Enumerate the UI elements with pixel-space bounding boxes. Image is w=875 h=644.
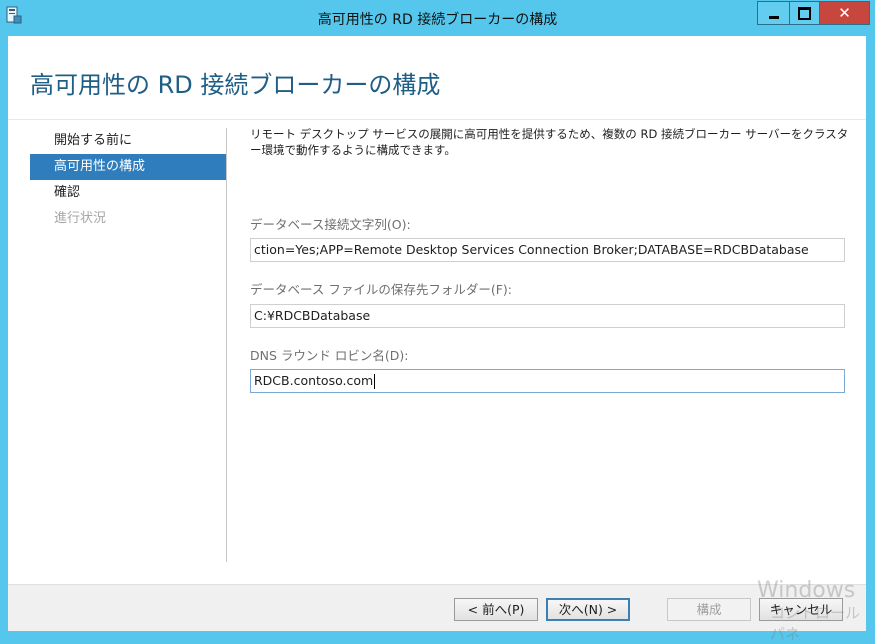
db-folder-label: データベース ファイルの保存先フォルダー(F): — [250, 282, 513, 297]
close-icon: ✕ — [838, 3, 851, 22]
nav-item-progress: 進行状況 — [54, 211, 107, 226]
minimize-button[interactable] — [757, 1, 790, 25]
dns-name-label: DNS ラウンド ロビン名(D): — [250, 348, 409, 363]
text-caret — [374, 374, 376, 389]
wizard-body: 高可用性の RD 接続ブローカーの構成 開始する前に 高可用性の構成 確認 進行… — [8, 36, 866, 631]
wizard-nav: 開始する前に 高可用性の構成 確認 進行状況 — [30, 128, 226, 232]
wizard-header: 高可用性の RD 接続ブローカーの構成 — [8, 36, 866, 119]
maximize-button[interactable] — [790, 1, 820, 25]
nav-item-configure-ha[interactable]: 高可用性の構成 — [30, 154, 226, 180]
cancel-button[interactable]: キャンセル — [759, 598, 843, 621]
nav-item-confirmation[interactable]: 確認 — [30, 180, 226, 206]
db-connection-label: データベース接続文字列(O): — [250, 217, 411, 232]
content-pane: リモート デスクトップ サービスの展開に高可用性を提供するため、複数の RD 接… — [250, 124, 850, 393]
previous-button[interactable]: < 前へ(P) — [454, 598, 538, 621]
next-button[interactable]: 次へ(N) > — [546, 598, 630, 621]
db-folder-field[interactable]: C:¥RDCBDatabase — [250, 304, 845, 328]
page-title: 高可用性の RD 接続ブローカーの構成 — [30, 71, 441, 99]
configure-button: 構成 — [667, 598, 751, 621]
close-button[interactable]: ✕ — [820, 1, 870, 25]
dns-name-field[interactable]: RDCB.contoso.com — [250, 369, 845, 393]
nav-item-before-you-begin[interactable]: 開始する前に — [30, 128, 226, 154]
description-text: リモート デスクトップ サービスの展開に高可用性を提供するため、複数の RD 接… — [250, 127, 849, 157]
nav-separator — [226, 128, 227, 562]
wizard-footer: < 前へ(P) 次へ(N) > 構成 キャンセル — [8, 584, 866, 631]
db-connection-field[interactable]: ction=Yes;APP=Remote Desktop Services Co… — [250, 238, 845, 262]
title-bar[interactable]: 高可用性の RD 接続ブローカーの構成 ✕ — [0, 0, 875, 36]
header-divider — [8, 119, 866, 120]
dns-name-value: RDCB.contoso.com — [254, 373, 374, 388]
window-title: 高可用性の RD 接続ブローカーの構成 — [317, 12, 558, 28]
